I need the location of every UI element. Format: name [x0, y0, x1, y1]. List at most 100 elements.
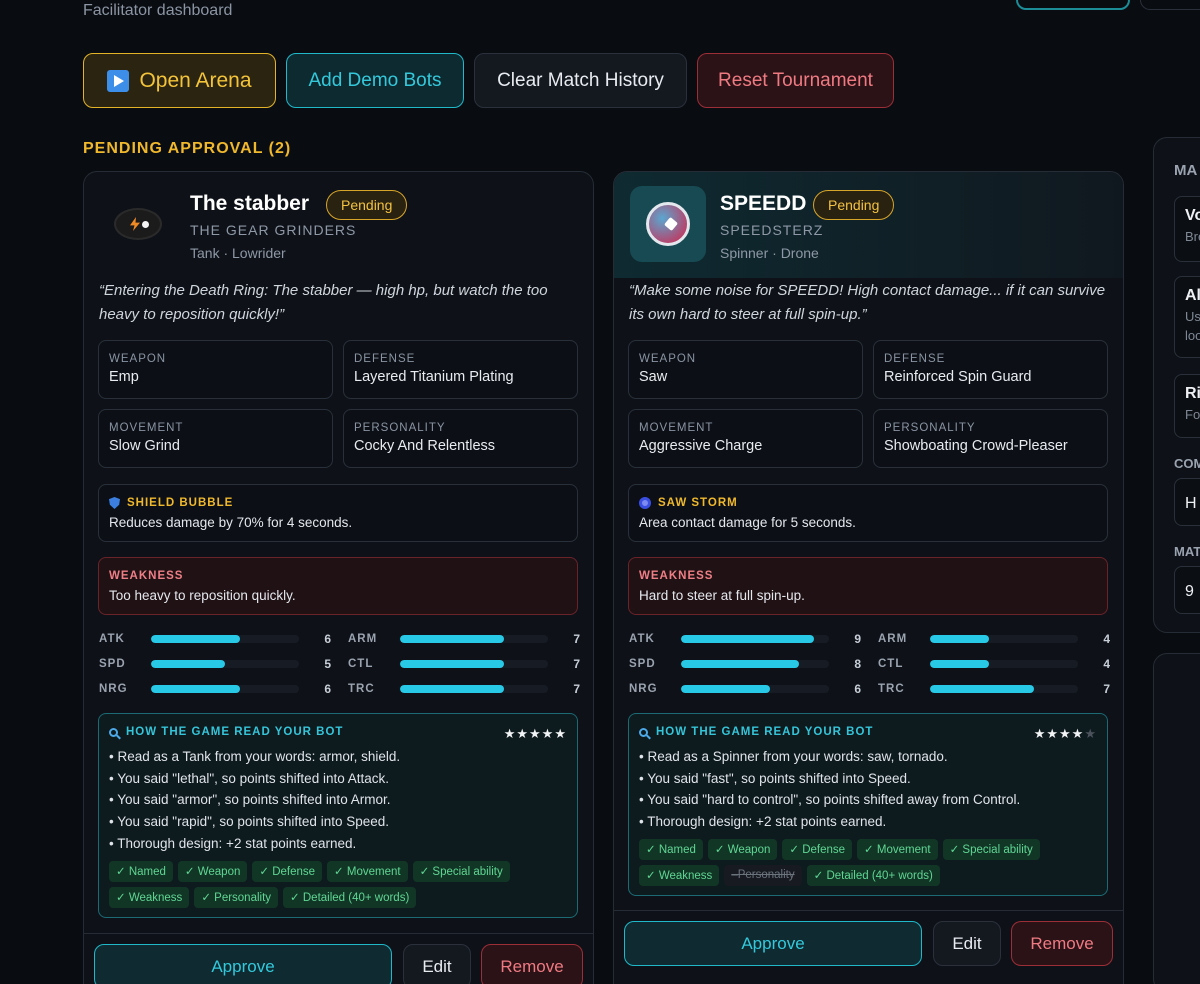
weapon-label: WEAPON — [109, 353, 167, 365]
stat-track — [681, 685, 829, 693]
stat-track — [151, 635, 299, 643]
side-card-title: Al — [1185, 287, 1200, 304]
stat-fill — [681, 685, 770, 693]
bot-emp-icon — [116, 210, 160, 238]
stat-label: ARM — [348, 633, 378, 645]
movement-box: MOVEMENT Slow Grind — [98, 409, 333, 468]
defense-box: DEFENSE Layered Titanium Plating — [343, 340, 578, 399]
read-line: • You said "lethal", so points shifted i… — [109, 770, 389, 786]
edit-button[interactable]: Edit — [403, 944, 471, 984]
stat-label: CTL — [348, 658, 374, 670]
stat-bar-ctl: CTL 4 — [878, 656, 1110, 672]
read-lines: • Read as a Spinner from your words: saw… — [639, 746, 1097, 833]
personality-value: Showboating Crowd-Pleaser — [884, 438, 1068, 454]
stat-fill — [930, 685, 1034, 693]
side-card-sub2: loo — [1185, 328, 1200, 343]
personality-label: PERSONALITY — [884, 422, 976, 434]
weapon-box: WEAPON Emp — [98, 340, 333, 399]
stat-fill — [400, 635, 504, 643]
bot-avatar — [630, 186, 706, 262]
stat-track — [400, 685, 548, 693]
reset-tournament-button[interactable]: Reset Tournament — [697, 53, 894, 108]
stat-label: NRG — [629, 683, 658, 695]
stat-label: TRC — [878, 683, 905, 695]
edit-button[interactable]: Edit — [933, 921, 1001, 966]
add-demo-bots-button[interactable]: Add Demo Bots — [286, 53, 464, 108]
special-desc: Area contact damage for 5 seconds. — [639, 515, 856, 530]
personality-value: Cocky And Relentless — [354, 438, 496, 454]
movement-box: MOVEMENT Aggressive Charge — [628, 409, 863, 468]
bot-quote: “Make some noise for SPEEDD! High contac… — [629, 282, 1106, 323]
top-pill-secondary[interactable] — [1140, 0, 1200, 10]
stat-fill — [400, 660, 504, 668]
side-field-value: H — [1185, 495, 1197, 512]
clear-match-history-button[interactable]: Clear Match History — [474, 53, 687, 108]
play-icon — [107, 69, 130, 92]
stat-fill — [151, 660, 225, 668]
stat-fill — [681, 635, 815, 643]
rating-stars: ★★★★★ — [503, 726, 567, 741]
side-field-1[interactable]: H — [1174, 478, 1200, 526]
stat-value: 6 — [324, 632, 331, 646]
criteria-tag: ✓ Movement — [857, 838, 938, 860]
stat-value: 7 — [573, 657, 580, 671]
defense-box: DEFENSE Reinforced Spin Guard — [873, 340, 1108, 399]
stat-track — [681, 635, 829, 643]
open-arena-button[interactable]: Open Arena — [83, 53, 276, 108]
side-field-2[interactable]: 9 — [1174, 566, 1200, 614]
top-pill-primary[interactable] — [1016, 0, 1130, 10]
stat-label: NRG — [99, 683, 128, 695]
side-card-sub: Fo — [1185, 407, 1200, 422]
stat-bar-spd: SPD 8 — [629, 656, 861, 672]
side-card-2[interactable]: Al Us loo — [1174, 276, 1200, 358]
stat-value: 7 — [1103, 682, 1110, 696]
read-line: • Thorough design: +2 stat points earned… — [639, 814, 887, 830]
special-desc: Reduces damage by 70% for 4 seconds. — [109, 515, 353, 530]
page-subtitle: Facilitator dashboard — [83, 2, 233, 19]
game-read-box: HOW THE GAME READ YOUR BOT ★★★★★ • Read … — [98, 713, 578, 918]
stat-bar-nrg: NRG 6 — [629, 681, 861, 697]
read-line: • You said "armor", so points shifted in… — [109, 792, 391, 808]
side-field-value: 9 — [1185, 583, 1194, 600]
weapon-value: Emp — [109, 369, 139, 385]
stat-value: 7 — [573, 682, 580, 696]
special-ability-box: SAW STORM Area contact damage for 5 seco… — [628, 484, 1108, 542]
game-read-box: HOW THE GAME READ YOUR BOT ★★★★★ • Read … — [628, 713, 1108, 896]
bot-name: SPEEDD — [720, 192, 807, 215]
shield-icon — [109, 497, 120, 509]
criteria-tag: ✓ Weakness — [109, 886, 190, 908]
criteria-tag: ✓ Named — [109, 860, 173, 882]
side-card-1[interactable]: Vo Bre — [1174, 196, 1200, 262]
stat-bar-atk: ATK 6 — [99, 631, 331, 647]
criteria-tag: ✓ Named — [639, 838, 703, 860]
bot-card-header: SPEEDD Pending SPEEDSTERZ Spinner · Dron… — [614, 172, 1123, 278]
defense-label: DEFENSE — [354, 353, 416, 365]
stat-value: 4 — [1103, 632, 1110, 646]
special-ability-box: SHIELD BUBBLE Reduces damage by 70% for … — [98, 484, 578, 542]
defense-label: DEFENSE — [884, 353, 946, 365]
weapon-label: WEAPON — [639, 353, 697, 365]
remove-button[interactable]: Remove — [481, 944, 583, 984]
side-card-sub: Us — [1185, 309, 1200, 324]
stat-label: ATK — [99, 633, 125, 645]
action-bar: Open Arena Add Demo Bots Clear Match His… — [83, 53, 894, 108]
remove-button[interactable]: Remove — [1011, 921, 1113, 966]
stat-bar-trc: TRC 7 — [878, 681, 1110, 697]
weakness-label: WEAKNESS — [639, 570, 714, 582]
approve-button[interactable]: Approve — [94, 944, 392, 984]
card-footer: Approve Edit Remove — [84, 933, 593, 984]
approve-button[interactable]: Approve — [624, 921, 922, 966]
stat-track — [930, 635, 1078, 643]
side-card-title: Vo — [1185, 207, 1200, 224]
bot-card: The stabber Pending THE GEAR GRINDERS Ta… — [83, 171, 594, 984]
weakness-label: WEAKNESS — [109, 570, 184, 582]
bot-card-header: The stabber Pending THE GEAR GRINDERS Ta… — [84, 172, 593, 278]
personality-label: PERSONALITY — [354, 422, 446, 434]
stat-label: SPD — [629, 658, 656, 670]
stat-track — [681, 660, 829, 668]
side-heading-mat: MAT — [1174, 544, 1200, 559]
side-card-sub: Bre — [1185, 229, 1200, 244]
stat-fill — [930, 660, 990, 668]
side-card-3[interactable]: Ri Fo — [1174, 374, 1200, 438]
stat-label: TRC — [348, 683, 375, 695]
